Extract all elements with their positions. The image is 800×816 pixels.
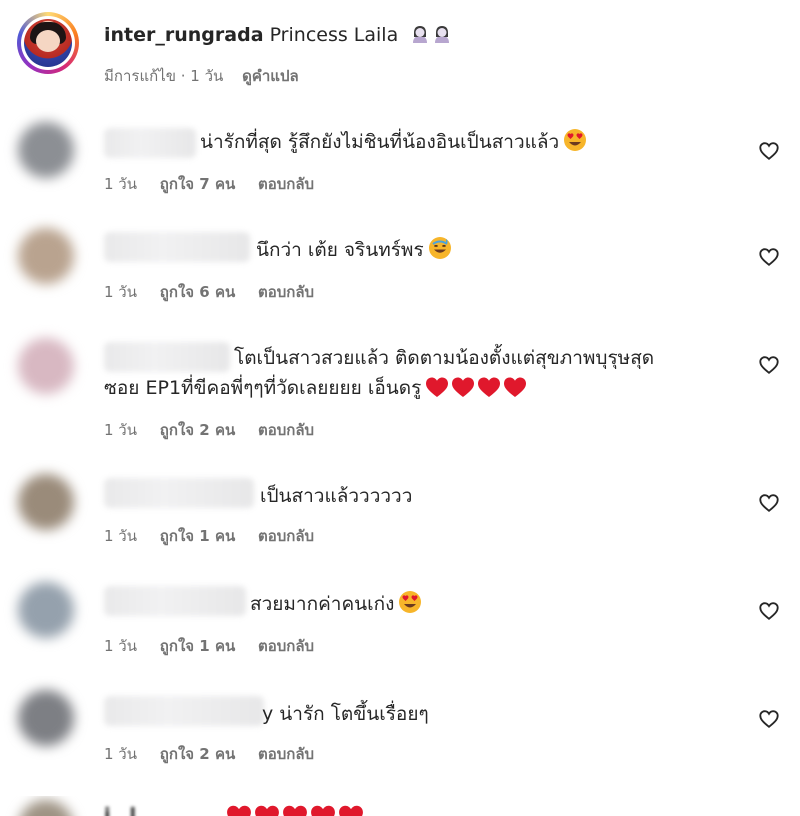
comment-item: สวยมากค่าคนเก่ง 1 วัน ถูกใจ 1 คน ตอบกลับ xyxy=(0,578,800,668)
comment-likes[interactable]: ถูกใจ 1 คน xyxy=(160,527,235,545)
avatar[interactable] xyxy=(18,800,74,816)
comment-time: 1 วัน xyxy=(104,283,137,301)
heart-icon[interactable] xyxy=(758,708,780,730)
comment-text: โตเป็นสาวสวยแล้ว ติดตามน้องตั้งแต่สุขภาพ… xyxy=(234,347,655,369)
username-blurred[interactable] xyxy=(104,478,254,508)
username-blurred[interactable] xyxy=(104,128,196,158)
reply-button[interactable]: ตอบกลับ xyxy=(258,637,314,655)
caption-line: inter_rungrada Princess Laila xyxy=(104,22,454,51)
reply-button[interactable]: ตอบกลับ xyxy=(258,421,314,439)
reply-button[interactable]: ตอบกลับ xyxy=(258,745,314,763)
avatar[interactable] xyxy=(21,16,75,70)
avatar[interactable] xyxy=(18,228,74,284)
comment-item: y น่ารัก โตขึ้นเรื่อยๆ 1 วัน ถูกใจ 2 คน … xyxy=(0,686,800,776)
comment-item: โตเป็นสาวสวยแล้ว ติดตามน้องตั้งแต่สุขภาพ… xyxy=(0,334,800,444)
woman-icon xyxy=(413,26,428,43)
username-blurred[interactable] xyxy=(104,586,246,616)
comment-text: y น่ารัก โตขึ้นเรื่อยๆ xyxy=(262,703,429,725)
red-heart-emoji xyxy=(477,376,501,406)
avatar[interactable] xyxy=(18,122,74,178)
comment-likes[interactable]: ถูกใจ 7 คน xyxy=(160,175,235,193)
heart-icon[interactable] xyxy=(758,354,780,376)
avatar[interactable] xyxy=(18,690,74,746)
heart-icon[interactable] xyxy=(758,492,780,514)
comment-meta: 1 วัน ถูกใจ 6 คน ตอบกลับ xyxy=(104,280,332,304)
comment-time: 1 วัน xyxy=(104,175,137,193)
comment-text: นึกว่า เต้ย จรินทร์พร xyxy=(256,236,452,268)
see-translation-link[interactable]: ดูคำแปล xyxy=(242,67,299,85)
avatar[interactable] xyxy=(18,338,74,394)
reply-button[interactable]: ตอบกลับ xyxy=(258,283,314,301)
comment-meta: 1 วัน ถูกใจ 7 คน ตอบกลับ xyxy=(104,172,332,196)
red-heart-emoji xyxy=(503,376,527,406)
avatar[interactable] xyxy=(18,582,74,638)
comment-likes[interactable]: ถูกใจ 6 คน xyxy=(160,283,235,301)
red-heart-emoji xyxy=(254,804,280,816)
comment-text: สวยมากค่าคนเก่ง xyxy=(250,590,422,622)
heart-eyes-emoji xyxy=(398,590,422,622)
post-caption-text: Princess Laila xyxy=(269,24,399,46)
comment-meta: 1 วัน ถูกใจ 1 คน ตอบกลับ xyxy=(104,634,332,658)
red-heart-emoji xyxy=(310,804,336,816)
reply-button[interactable]: ตอบกลับ xyxy=(258,527,314,545)
heart-eyes-emoji xyxy=(563,128,587,160)
username-blurred[interactable] xyxy=(104,696,264,726)
comment-meta: 1 วัน ถูกใจ 1 คน ตอบกลับ xyxy=(104,524,332,548)
comment-time: 1 วัน xyxy=(104,527,137,545)
heart-icon[interactable] xyxy=(758,140,780,162)
red-heart-emoji xyxy=(282,804,308,816)
comment-item-partial: i__l xyxy=(0,796,800,816)
comment-likes[interactable]: ถูกใจ 1 คน xyxy=(160,637,235,655)
avatar[interactable] xyxy=(18,474,74,530)
post-username[interactable]: inter_rungrada xyxy=(104,24,264,46)
post-caption: inter_rungrada Princess Laila มีการแก้ไข… xyxy=(0,0,800,100)
comment-item: เป็นสาวแล้วววววว 1 วัน ถูกใจ 1 คน ตอบกลั… xyxy=(0,470,800,560)
comment-meta: 1 วัน ถูกใจ 2 คน ตอบกลับ xyxy=(104,418,332,442)
comment-likes[interactable]: ถูกใจ 2 คน xyxy=(160,745,235,763)
comment-item: น่ารักที่สุด รู้สึกยังไม่ชินที่น้องอินเป… xyxy=(0,114,800,204)
comment-text-line-2: ซอย EP1ที่ขีคอพี่ๆๆที่วัดเลยยยย เอ็นดรู xyxy=(104,374,527,406)
comment-time: 1 วัน xyxy=(104,637,137,655)
red-heart-emoji xyxy=(425,376,449,406)
username-blurred[interactable] xyxy=(104,342,230,372)
caption-emoji-group xyxy=(410,24,454,51)
reply-button[interactable]: ตอบกลับ xyxy=(258,175,314,193)
heart-icon[interactable] xyxy=(758,246,780,268)
comment-time: 1 วัน xyxy=(104,421,137,439)
comment-meta: 1 วัน ถูกใจ 2 คน ตอบกลับ xyxy=(104,742,332,766)
username-blurred[interactable] xyxy=(104,232,250,262)
comment-text: น่ารักที่สุด รู้สึกยังไม่ชินที่น้องอินเป… xyxy=(200,128,587,160)
post-meta: มีการแก้ไข · 1 วัน ดูคำแปล xyxy=(104,64,299,88)
post-edited-time: มีการแก้ไข · 1 วัน xyxy=(104,67,224,85)
sweat-smile-emoji xyxy=(428,236,452,268)
comment-username[interactable]: i__l xyxy=(104,804,136,816)
comment-likes[interactable]: ถูกใจ 2 คน xyxy=(160,421,235,439)
red-heart-emoji xyxy=(226,804,252,816)
comment-item: นึกว่า เต้ย จรินทร์พร 1 วัน ถูกใจ 6 คน ต… xyxy=(0,224,800,314)
heart-icon[interactable] xyxy=(758,600,780,622)
red-heart-emoji xyxy=(338,804,364,816)
comment-time: 1 วัน xyxy=(104,745,137,763)
comment-emoji-row xyxy=(222,804,364,816)
woman-icon xyxy=(435,26,450,43)
comment-text: เป็นสาวแล้วววววว xyxy=(260,485,413,507)
red-heart-emoji xyxy=(451,376,475,406)
